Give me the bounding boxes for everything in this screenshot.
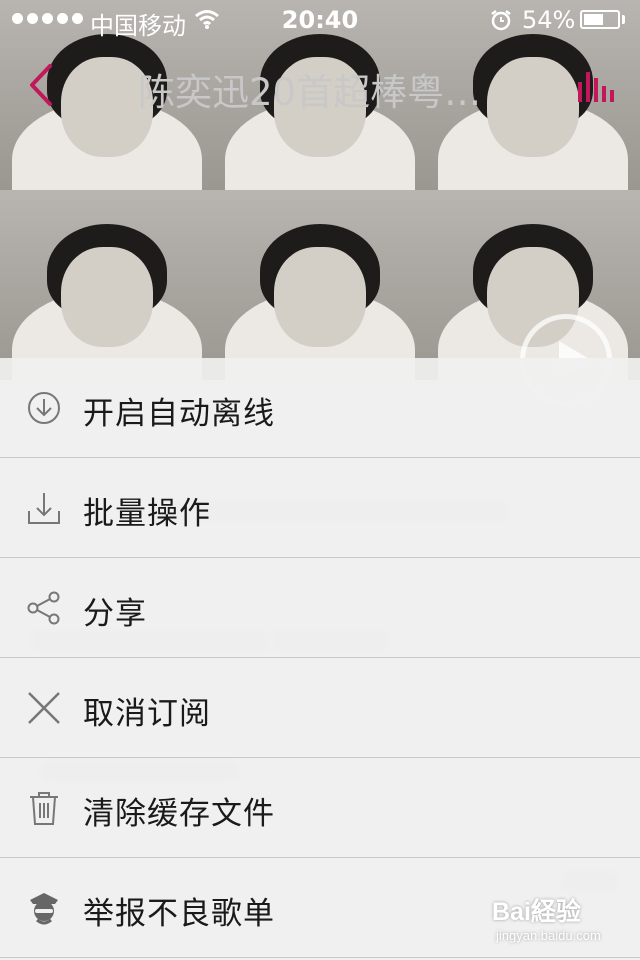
action-sheet-menu: 开启自动离线 批量操作 分享 取消订阅 清除缓存文件 举报不良歌单 [0, 358, 640, 960]
share-icon [26, 590, 62, 626]
menu-item-batch-operation[interactable]: 批量操作 [0, 458, 640, 558]
baidu-jingyan-watermark: Bai経验 jingyan.baidu.com [492, 892, 601, 943]
tray-download-icon [26, 490, 62, 526]
battery-percentage: 54% [522, 6, 576, 34]
photo-cell [213, 190, 427, 380]
menu-item-label: 举报不良歌单 [83, 896, 275, 932]
battery-tip [622, 15, 625, 24]
photo-cell [0, 190, 214, 380]
menu-item-label: 取消订阅 [83, 696, 211, 732]
menu-item-label: 清除缓存文件 [83, 796, 275, 832]
download-circle-icon [26, 390, 62, 426]
alarm-clock-icon [490, 9, 512, 37]
menu-item-auto-offline[interactable]: 开启自动离线 [0, 358, 640, 458]
watermark-url: jingyan.baidu.com [496, 928, 601, 943]
trash-icon [26, 790, 62, 826]
close-x-icon [26, 690, 62, 726]
menu-item-clear-cache[interactable]: 清除缓存文件 [0, 758, 640, 858]
battery-icon [580, 10, 620, 29]
menu-item-label: 批量操作 [83, 496, 211, 532]
police-officer-icon [26, 890, 62, 926]
menu-item-unsubscribe[interactable]: 取消订阅 [0, 658, 640, 758]
page-title: 陈奕迅20首超棒粤… [138, 71, 482, 114]
menu-item-share[interactable]: 分享 [0, 558, 640, 658]
status-bar: 中国移动 20:40 54% [0, 0, 640, 40]
chevron-left-icon[interactable] [26, 62, 56, 112]
menu-item-label: 开启自动离线 [83, 396, 275, 432]
menu-item-label: 分享 [83, 596, 147, 632]
equalizer-bars-icon[interactable] [576, 68, 616, 106]
watermark-brand: Bai経验 [492, 898, 581, 926]
navigation-bar: 陈奕迅20首超棒粤… [0, 40, 640, 128]
